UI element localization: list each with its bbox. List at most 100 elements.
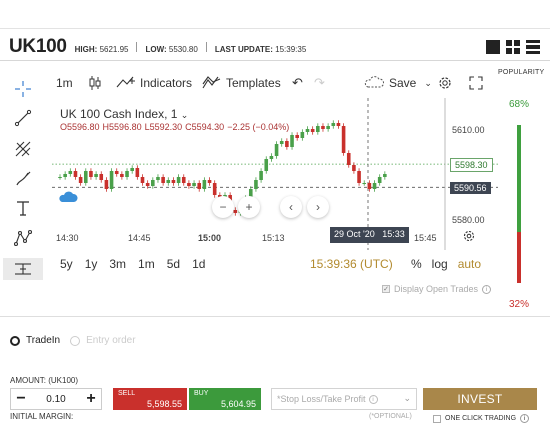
time-tick: 15:45 [414,233,437,243]
instrument-symbol: UK100 [9,36,67,57]
range-5d[interactable]: 5d [167,257,180,271]
candle-body [207,180,212,183]
buy-button[interactable]: BUY 5,604.95 [189,388,261,410]
candle-body [352,165,356,171]
candle-body [140,177,145,183]
decrease-amount-button[interactable]: − [11,390,31,408]
candle-body [326,126,330,129]
axis-settings-icon[interactable] [462,229,476,248]
zoom-out-button[interactable]: − [212,196,234,218]
utc-clock[interactable]: 15:39:36 (UTC) [310,257,393,271]
candle-body [274,144,279,156]
range-1d[interactable]: 1d [192,257,205,271]
fullscreen-icon[interactable] [469,72,483,94]
interval-selector[interactable]: 1m [56,72,73,94]
candle-body [130,168,134,171]
crosshair-icon[interactable] [12,78,34,100]
save-button[interactable]: Save ⌄ [363,72,432,94]
optional-note: (*OPTIONAL) [369,413,412,420]
single-layout-icon[interactable] [486,40,500,54]
checkbox[interactable] [433,414,441,423]
grid-layout-icon[interactable] [506,40,520,54]
checkbox[interactable]: ✓ [382,285,390,293]
info-icon[interactable]: i [482,284,492,294]
separator [205,42,207,52]
candle-body [68,171,73,174]
range-1m[interactable]: 1m [138,257,155,271]
stop-loss-take-profit-select[interactable]: *Stop Loss/Take Profit i ⌄ [271,388,417,410]
amount-label: AMOUNT: (UK100) [10,376,79,385]
info-icon[interactable]: i [520,414,530,423]
percent-scale-toggle[interactable]: % [411,257,422,271]
range-3m[interactable]: 3m [109,257,126,271]
time-tick: 15:00 [198,233,222,243]
buy-price: 5,604.95 [220,399,256,409]
ohlc-readout: O5596.80 H5596.80 L5592.30 C5594.30 −2.25 (−… [60,122,290,132]
one-click-trading-toggle[interactable]: ONE CLICK TRADING i [433,414,530,423]
candle-body [125,171,129,177]
entry-order-radio[interactable] [70,335,81,346]
entry-order-label[interactable]: Entry order [86,335,135,346]
tradein-radio[interactable] [10,335,20,346]
initial-margin-label: INITIAL MARGIN: [10,412,74,421]
popularity-title: POPULARITY [498,69,545,76]
candle-body [285,141,289,147]
scroll-left-button[interactable]: ‹ [280,196,302,218]
buy-popularity-bar [517,125,521,232]
tradein-label[interactable]: TradeIn [26,335,60,346]
layout-switcher [486,40,540,54]
candle-body [99,174,104,180]
scale-options: % log auto [411,257,481,271]
undo-icon[interactable]: ↶ [292,72,303,94]
chevron-down-icon: ⌄ [403,393,411,403]
bid-price-label: 5598.30 [450,158,493,172]
log-scale-toggle[interactable]: log [432,257,448,271]
trend-line-icon[interactable] [12,107,34,129]
candle-body [357,171,361,183]
range-1y[interactable]: 1y [85,257,98,271]
candle-body [290,135,294,147]
time-tick: 14:45 [128,233,151,243]
zoom-in-button[interactable]: + [238,196,260,218]
candle-body [310,129,315,132]
candle-body [336,123,341,126]
candle-body [295,135,299,138]
settings-gear-icon[interactable] [437,72,453,94]
candle-body [151,180,155,186]
candle-body [264,159,269,171]
candle-body [305,129,310,132]
candle-body [341,126,346,153]
rows-layout-icon[interactable] [526,40,540,54]
candle-type-icon[interactable] [88,72,102,94]
candle-body [233,210,238,213]
measure-tool-icon[interactable] [3,258,43,280]
top-divider [0,28,550,29]
amount-stepper: − 0.10 + [10,388,102,410]
brush-icon[interactable] [12,168,34,190]
range-5y[interactable]: 5y [60,257,73,271]
pitchfork-icon[interactable] [12,138,34,160]
candle-body [321,126,325,129]
text-tool-icon[interactable] [12,197,34,219]
increase-amount-button[interactable]: + [81,390,101,408]
high-stat: HIGH: 5621.95 [74,45,129,54]
sell-button[interactable]: SELL 5,598.55 [113,388,187,410]
candle-body [145,183,150,186]
candle-body [109,171,114,189]
invest-button[interactable]: INVEST [423,388,537,410]
templates-button[interactable]: Templates [202,72,281,94]
cloud-icon [363,75,385,92]
templates-icon [202,75,222,92]
candle-body [176,177,181,183]
crosshair-time-label: 29 Oct '20 15:33 [330,227,409,243]
scroll-right-button[interactable]: › [307,196,329,218]
auto-scale-toggle[interactable]: auto [458,257,481,271]
amount-value[interactable]: 0.10 [46,394,65,405]
candle-body [83,171,88,183]
redo-icon[interactable]: ↷ [314,72,325,94]
sell-popularity: 32% [509,299,530,310]
pattern-icon[interactable] [12,227,34,249]
display-open-trades-toggle[interactable]: ✓ Display Open Trades i [382,284,492,294]
indicators-button[interactable]: Indicators [116,72,192,94]
candle-body [383,174,387,177]
